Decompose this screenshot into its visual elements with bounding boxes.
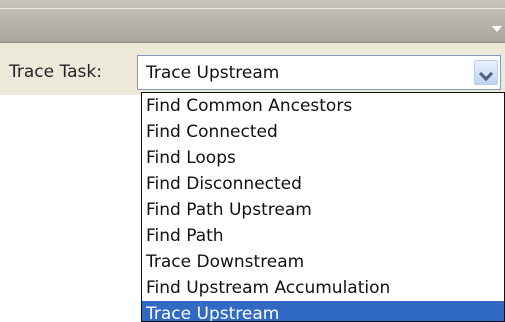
dropdown-item-find-path[interactable]: Find Path bbox=[142, 223, 504, 249]
trace-task-selected-value: Trace Upstream bbox=[146, 63, 280, 83]
dropdown-item-find-upstream-accumulation[interactable]: Find Upstream Accumulation bbox=[142, 275, 504, 301]
dropdown-item-trace-upstream[interactable]: Trace Upstream bbox=[142, 301, 504, 321]
chevron-down-icon[interactable] bbox=[474, 60, 498, 85]
trace-task-label: Trace Task: bbox=[9, 62, 102, 82]
dropdown-item-find-common-ancestors[interactable]: Find Common Ancestors bbox=[142, 93, 504, 119]
dropdown-item-find-connected[interactable]: Find Connected bbox=[142, 119, 504, 145]
trace-task-dropdown-list: Find Common Ancestors Find Connected Fin… bbox=[141, 92, 505, 322]
toolbar-highlight-line bbox=[0, 8, 505, 9]
dropdown-item-trace-downstream[interactable]: Trace Downstream bbox=[142, 249, 504, 275]
dropdown-item-find-path-upstream[interactable]: Find Path Upstream bbox=[142, 197, 504, 223]
trace-task-select[interactable]: Trace Upstream bbox=[137, 55, 501, 90]
dropdown-item-find-disconnected[interactable]: Find Disconnected bbox=[142, 171, 504, 197]
top-toolbar-bar bbox=[0, 0, 505, 43]
chevron-down-icon[interactable] bbox=[492, 26, 502, 32]
dropdown-item-find-loops[interactable]: Find Loops bbox=[142, 145, 504, 171]
